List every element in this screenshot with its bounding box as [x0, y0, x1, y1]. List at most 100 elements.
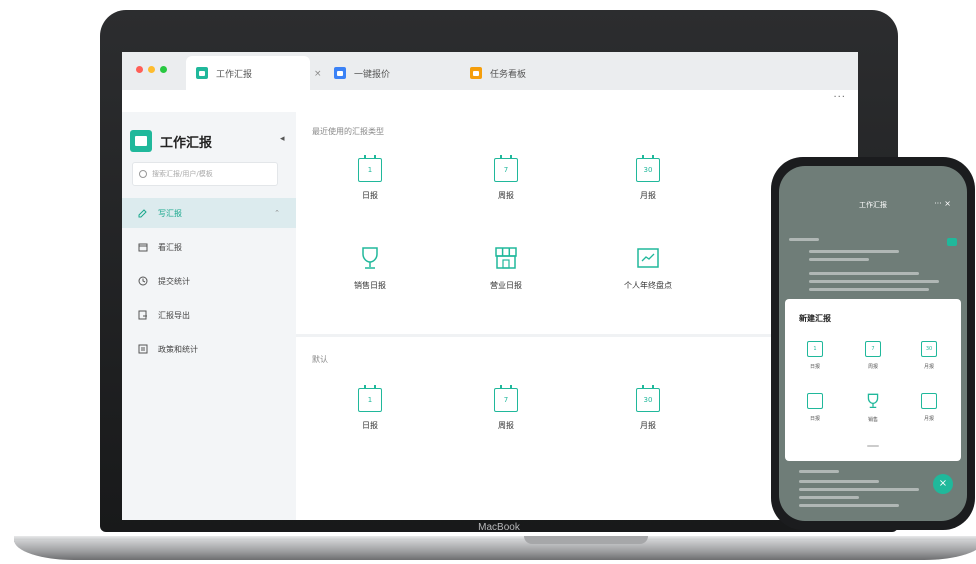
card-label: 月报	[640, 191, 656, 200]
window-minimize-dot[interactable]	[148, 66, 155, 73]
collapse-sidebar-icon[interactable]: ◂	[280, 134, 285, 144]
sidebar-item-label: 汇报导出	[158, 310, 190, 320]
calendar-icon	[138, 242, 148, 252]
card-label: 周报	[498, 191, 514, 200]
sidebar-item-view-report[interactable]: 看汇报	[122, 232, 296, 262]
search-icon	[139, 170, 147, 178]
report-card-sales-daily[interactable]: 销售日报	[310, 246, 430, 291]
tab-quick-quote[interactable]: 一键报价	[330, 56, 450, 90]
phone-text-line	[799, 496, 859, 499]
default-card-daily[interactable]: 1 日报	[310, 385, 430, 431]
window-maximize-dot[interactable]	[160, 66, 167, 73]
clock-icon	[138, 276, 148, 286]
sidebar-item-submit-stats[interactable]: 提交统计	[122, 266, 296, 296]
sidebar-item-export[interactable]: 汇报导出	[122, 300, 296, 330]
section-title-default: 默认	[312, 355, 328, 364]
phone-report-monthly[interactable]: 30 月报	[907, 341, 951, 370]
report-card-monthly[interactable]: 30 月报	[588, 155, 708, 201]
quote-icon	[334, 67, 346, 79]
tab-task-board[interactable]: 任务看板	[466, 56, 586, 90]
sidebar-item-write-report[interactable]: 写汇报 ⌃	[122, 198, 296, 228]
laptop-screen: 工作汇报 × 一键报价 任务看板 ··· 工作汇报 ◂ 搜索汇报/用户/模板 写…	[122, 52, 858, 520]
card-label: 个人年终盘点	[624, 281, 672, 290]
phone-report-sales[interactable]: 销售	[851, 393, 895, 423]
calendar-day-icon: 1	[358, 155, 382, 182]
phone-text-line	[809, 280, 939, 283]
sidebar: 工作汇报 ◂ 搜索汇报/用户/模板 写汇报 ⌃ 看汇报 提交统计 汇报导出 政策…	[122, 112, 296, 520]
edit-icon	[807, 393, 823, 409]
app-title: 工作汇报	[160, 136, 213, 151]
card-label: 月报	[640, 421, 656, 430]
sidebar-item-label: 政策和统计	[158, 344, 198, 354]
phone-item-label: 月报	[923, 364, 934, 370]
tab-label: 工作汇报	[216, 69, 253, 80]
browser-toolbar: ···	[122, 90, 858, 113]
phone-badge-icon	[947, 238, 957, 246]
phone-report-weekly[interactable]: 7 周报	[851, 341, 895, 370]
phone-text-line	[809, 288, 929, 291]
work-report-icon	[196, 67, 208, 79]
card-label: 周报	[498, 421, 514, 430]
phone-text-line	[809, 272, 919, 275]
phone-report-daily[interactable]: 1 日报	[793, 341, 837, 370]
tab-work-report[interactable]: 工作汇报	[186, 56, 310, 90]
calendar-day-icon: 1	[358, 385, 382, 412]
window-close-dot[interactable]	[136, 66, 143, 73]
new-report-sheet: 新建汇报 1 日报 7 周报 30 月报 日报 销售 月报	[785, 299, 961, 461]
section-title-recent: 最近使用的汇报类型	[312, 127, 384, 136]
sheet-title: 新建汇报	[799, 314, 831, 323]
task-icon	[470, 67, 482, 79]
default-card-monthly[interactable]: 30 月报	[588, 385, 708, 431]
card-label: 营业日报	[490, 281, 522, 290]
calendar-week-icon: 7	[494, 155, 518, 182]
trophy-icon	[867, 393, 879, 409]
phone-more-icon[interactable]: ··· ×	[934, 199, 951, 208]
sidebar-item-policy-stats[interactable]: 政策和统计	[122, 334, 296, 364]
sidebar-item-label: 提交统计	[158, 276, 190, 286]
report-card-annual-review[interactable]: 个人年终盘点	[588, 246, 708, 291]
calendar-day-icon: 1	[807, 341, 823, 357]
laptop-notch	[524, 536, 648, 544]
phone-report-monthly-2[interactable]: 月报	[907, 393, 951, 422]
app-logo-icon	[130, 130, 152, 152]
list-icon	[138, 344, 148, 354]
phone-report-daily-2[interactable]: 日报	[793, 393, 837, 422]
phone-item-label: 月报	[923, 416, 934, 422]
chart-icon	[637, 248, 659, 268]
trophy-icon	[362, 247, 378, 269]
phone-screen: 工作汇报 ··· × 新建汇报 1 日报 7 周报 30 月报 日报 销售 月报…	[779, 166, 967, 521]
phone-text-line	[809, 258, 869, 261]
sheet-handle	[867, 445, 879, 447]
calendar-week-icon: 7	[865, 341, 881, 357]
tab-label: 任务看板	[490, 69, 527, 80]
calendar-month-icon: 30	[921, 341, 937, 357]
more-icon[interactable]: ···	[833, 92, 846, 103]
phone-text-line	[799, 504, 899, 507]
phone-text-line	[799, 480, 879, 483]
calendar-week-icon: 7	[494, 385, 518, 412]
phone-item-label: 周报	[867, 364, 878, 370]
chevron-up-icon: ⌃	[274, 209, 280, 217]
phone-text-line	[809, 250, 899, 253]
phone: 工作汇报 ··· × 新建汇报 1 日报 7 周报 30 月报 日报 销售 月报…	[771, 157, 975, 530]
calendar-month-icon: 30	[636, 385, 660, 412]
search-input[interactable]: 搜索汇报/用户/模板	[132, 162, 278, 186]
card-label: 日报	[362, 191, 378, 200]
tab-label: 一键报价	[354, 69, 391, 80]
export-icon	[138, 310, 148, 320]
report-card-weekly[interactable]: 7 周报	[446, 155, 566, 201]
sidebar-item-label: 看汇报	[158, 242, 182, 252]
close-fab-button[interactable]: ×	[933, 474, 953, 494]
report-card-daily[interactable]: 1 日报	[310, 155, 430, 201]
edit-icon	[138, 208, 148, 218]
phone-item-label: 日报	[809, 416, 820, 422]
report-card-business-daily[interactable]: 营业日报	[446, 246, 566, 291]
search-placeholder: 搜索汇报/用户/模板	[152, 170, 213, 178]
laptop-base	[14, 540, 976, 560]
card-label: 日报	[362, 421, 378, 430]
tab-close-icon[interactable]: ×	[314, 69, 322, 79]
sidebar-item-label: 写汇报	[158, 208, 182, 218]
phone-item-label: 日报	[809, 364, 820, 370]
default-card-weekly[interactable]: 7 周报	[446, 385, 566, 431]
browser-tab-bar: 工作汇报 × 一键报价 任务看板	[122, 52, 858, 90]
